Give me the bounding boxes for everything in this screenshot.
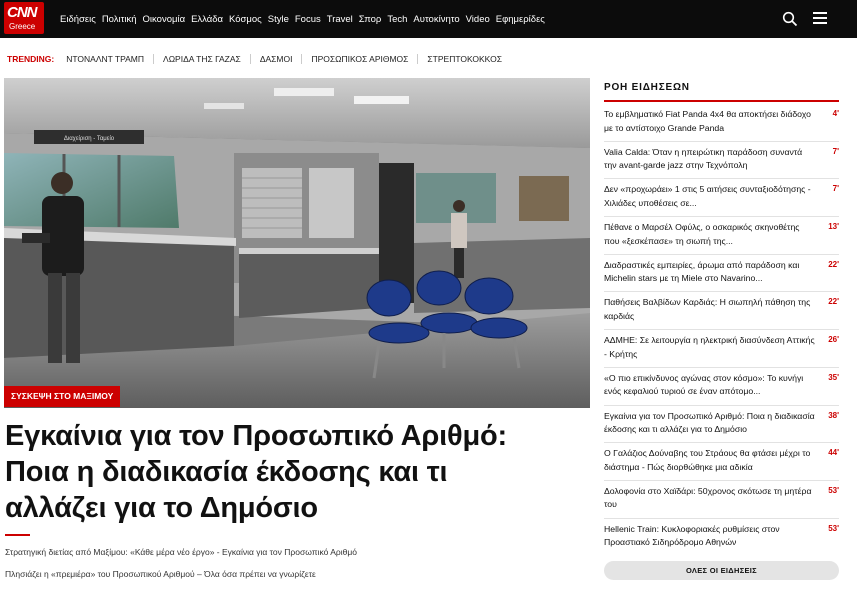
trending-link-tariffs[interactable]: ΔΑΣΜΟΙ bbox=[251, 54, 303, 64]
news-feed-item-text: Πέθανε ο Μαρσέλ Οφύλς, ο οσκαρικός σκηνο… bbox=[604, 222, 800, 246]
news-feed-item-text: Valia Calda: Όταν η ηπειρώτικη παράδοση … bbox=[604, 146, 803, 171]
trending-link-gaza[interactable]: ΛΩΡΙΔΑ ΤΗΣ ΓΑΖΑΣ bbox=[154, 54, 251, 64]
logo-sub-text: Greece bbox=[9, 22, 36, 31]
news-feed-item-time: 13' bbox=[828, 222, 839, 232]
news-feed-item[interactable]: Δεν «προχωράει» 1 στις 5 αιτήσεις συνταξ… bbox=[604, 179, 839, 218]
trending-label: TRENDING: bbox=[7, 54, 55, 64]
trending-link-trump[interactable]: ΝΤΟΝΑΛΝΤ ΤΡΑΜΠ bbox=[66, 54, 155, 64]
news-feed-item[interactable]: Πέθανε ο Μαρσέλ Οφύλς, ο οσκαρικός σκηνο… bbox=[604, 217, 839, 255]
headline-line-1: Εγκαίνια για τον Προσωπικό Αριθμό: bbox=[5, 420, 507, 452]
news-feed-item-text: Hellenic Train: Κυκλοφοριακές ρυθμίσεις … bbox=[604, 523, 780, 548]
news-feed-item[interactable]: Παθήσεις Βαλβίδων Καρδιάς: Η σιωπηλή πάθ… bbox=[604, 292, 839, 331]
nav-item-world[interactable]: Κόσμος bbox=[229, 14, 262, 25]
news-feed-item-time: 26' bbox=[828, 335, 839, 345]
logo-main-text: CNN bbox=[7, 4, 37, 21]
nav-item-style[interactable]: Style bbox=[268, 14, 289, 25]
headline-line-2: Ποια η διαδικασία έκδοσης και τι bbox=[5, 456, 448, 488]
news-feed-item-time: 4' bbox=[832, 109, 839, 118]
nav-item-greece[interactable]: Ελλάδα bbox=[191, 14, 223, 25]
news-feed-item[interactable]: Το εμβληματικό Fiat Panda 4x4 θα αποκτήσ… bbox=[604, 104, 839, 142]
news-feed-item-text: Το εμβληματικό Fiat Panda 4x4 θα αποκτήσ… bbox=[604, 109, 811, 133]
hero-image[interactable]: Διαχείριση - Ταμείο bbox=[4, 78, 590, 408]
related-article-link-1[interactable]: Στρατηγική διετίας από Μαξίμου: «Κάθε μέ… bbox=[5, 547, 357, 557]
news-feed-item[interactable]: Hellenic Train: Κυκλοφοριακές ρυθμίσεις … bbox=[604, 519, 839, 557]
news-feed-item-text: Εγκαίνια για τον Προσωπικό Αριθμό: Ποια … bbox=[604, 410, 815, 435]
news-feed-item-time: 53' bbox=[828, 485, 839, 495]
trending-link-personal-number[interactable]: ΠΡΟΣΩΠΙΚΟΣ ΑΡΙΘΜΟΣ bbox=[302, 54, 419, 64]
news-feed-item[interactable]: ΑΔΜΗΕ: Σε λειτουργία η ηλεκτρική διασύνδ… bbox=[604, 330, 839, 368]
news-feed-item-time: 7' bbox=[832, 146, 839, 156]
top-navigation-bar: CNN Greece Ειδήσεις Πολιτική Οικονομία Ε… bbox=[0, 0, 857, 38]
news-feed-item-time: 38' bbox=[828, 410, 839, 420]
news-feed-list: Το εμβληματικό Fiat Panda 4x4 θα αποκτήσ… bbox=[604, 104, 839, 556]
news-feed-item[interactable]: Διαδραστικές εμπειρίες, άρωμα από παράδο… bbox=[604, 255, 839, 293]
counter-sign-text: Διαχείριση - Ταμείο bbox=[64, 136, 115, 142]
news-feed-item-time: 53' bbox=[828, 523, 839, 533]
news-feed-item-text: Δολοφονία στο Χαϊδάρι: 50χρονος σκότωσε … bbox=[604, 485, 812, 510]
trending-link-streptococcus[interactable]: ΣΤΡΕΠΤΟΚΟΚΚΟΣ bbox=[418, 54, 511, 64]
all-news-button[interactable]: ΟΛΕΣ ΟΙ ΕΙΔΗΣΕΙΣ bbox=[604, 561, 839, 580]
news-feed-item[interactable]: Δολοφονία στο Χαϊδάρι: 50χρονος σκότωσε … bbox=[604, 481, 839, 519]
headline-line-3: αλλάζει για το Δημόσιο bbox=[5, 492, 318, 524]
nav-item-sports[interactable]: Σπορ bbox=[359, 14, 382, 25]
nav-item-economy[interactable]: Οικονομία bbox=[143, 14, 186, 25]
news-feed-item-text: ΑΔΜΗΕ: Σε λειτουργία η ηλεκτρική διασύνδ… bbox=[604, 335, 815, 359]
news-feed-item-text: Παθήσεις Βαλβίδων Καρδιάς: Η σιωπηλή πάθ… bbox=[604, 297, 811, 321]
news-feed-item-text: Διαδραστικές εμπειρίες, άρωμα από παράδο… bbox=[604, 259, 800, 284]
trending-bar: TRENDING: ΝΤΟΝΑΛΝΤ ΤΡΑΜΠ ΛΩΡΙΔΑ ΤΗΣ ΓΑΖΑ… bbox=[0, 50, 511, 68]
nav-item-focus[interactable]: Focus bbox=[295, 14, 321, 25]
nav-item-newspapers[interactable]: Εφημερίδες bbox=[496, 14, 545, 25]
news-feed-divider bbox=[604, 100, 839, 102]
nav-item-politics[interactable]: Πολιτική bbox=[102, 14, 137, 25]
nav-item-travel[interactable]: Travel bbox=[327, 14, 353, 25]
news-feed-item-time: 35' bbox=[828, 372, 839, 382]
cnn-greece-logo[interactable]: CNN Greece bbox=[4, 2, 44, 34]
nav-item-tech[interactable]: Tech bbox=[387, 14, 407, 25]
main-nav: Ειδήσεις Πολιτική Οικονομία Ελλάδα Κόσμο… bbox=[60, 0, 551, 38]
hamburger-menu-icon[interactable] bbox=[813, 12, 827, 24]
headline-divider bbox=[5, 534, 30, 536]
main-headline[interactable]: Εγκαίνια για τον Προσωπικό Αριθμό: Ποια … bbox=[5, 418, 590, 526]
news-feed-item[interactable]: Valia Calda: Όταν η ηπειρώτικη παράδοση … bbox=[604, 142, 839, 180]
news-feed-item[interactable]: «Ο πιο επικίνδυνος αγώνας στον κόσμο»: Τ… bbox=[604, 368, 839, 406]
related-article-link-2[interactable]: Πλησιάζει η «πρεμιέρα» του Προσωπικού Αρ… bbox=[5, 569, 316, 579]
nav-item-video[interactable]: Video bbox=[466, 14, 490, 25]
hero-category-tag[interactable]: ΣΥΣΚΕΨΗ ΣΤΟ ΜΑΞΙΜΟΥ bbox=[4, 386, 121, 407]
news-feed-item-time: 22' bbox=[828, 259, 839, 269]
news-feed-title: ΡΟΗ ΕΙΔΗΣΕΩΝ bbox=[604, 82, 690, 93]
news-feed-item[interactable]: Ο Γαλάζιος Δούναβης του Στράους θα φτάσε… bbox=[604, 443, 839, 481]
news-feed-item-time: 22' bbox=[828, 297, 839, 307]
news-feed-item-text: Ο Γαλάζιος Δούναβης του Στράους θα φτάσε… bbox=[604, 448, 811, 472]
nav-item-auto[interactable]: Αυτοκίνητο bbox=[413, 14, 459, 25]
news-feed-item-text: Δεν «προχωράει» 1 στις 5 αιτήσεις συνταξ… bbox=[604, 184, 811, 208]
news-feed-item-time: 7' bbox=[832, 184, 839, 194]
nav-item-news[interactable]: Ειδήσεις bbox=[60, 14, 96, 25]
news-feed-item-text: «Ο πιο επικίνδυνος αγώνας στον κόσμο»: Τ… bbox=[604, 372, 804, 397]
news-feed-item[interactable]: Εγκαίνια για τον Προσωπικό Αριθμό: Ποια … bbox=[604, 406, 839, 444]
news-feed-item-time: 44' bbox=[828, 448, 839, 458]
search-icon[interactable] bbox=[782, 11, 798, 27]
